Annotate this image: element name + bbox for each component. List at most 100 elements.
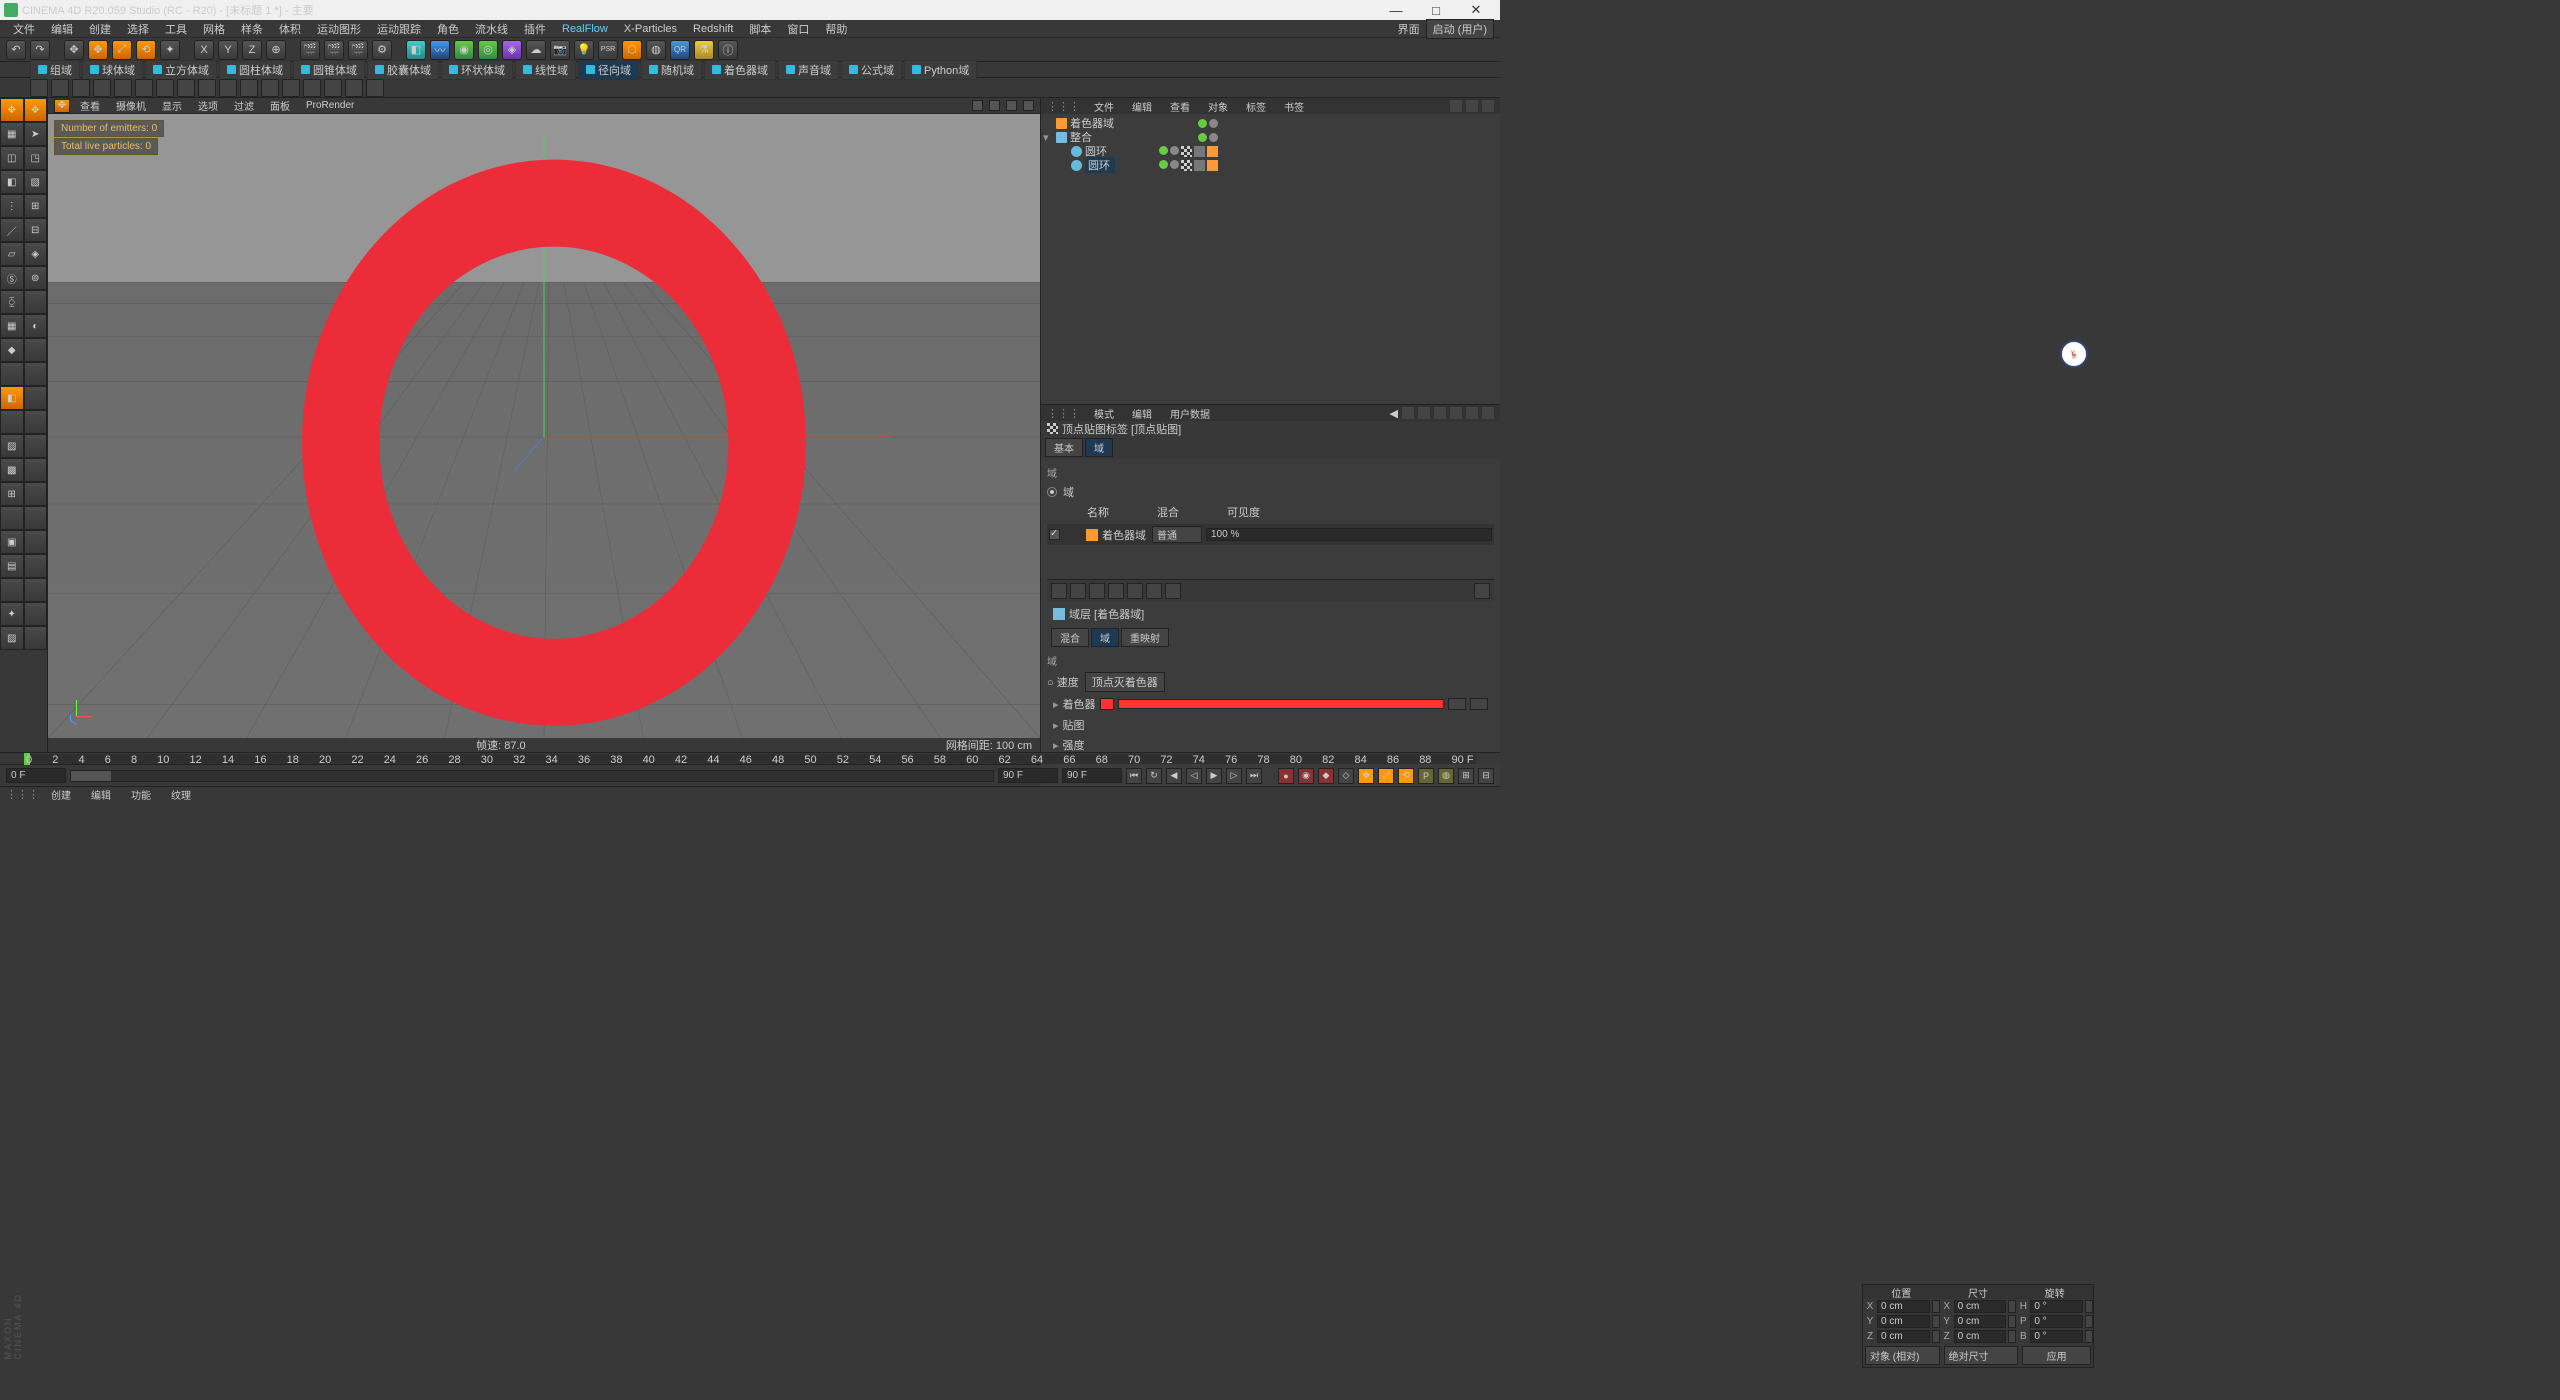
point-mode-icon[interactable]: ⋮ [0, 194, 24, 218]
attr-tab-userdata[interactable]: 用户数据 [1162, 405, 1218, 422]
tb3-7[interactable] [156, 79, 174, 97]
coord-size-dropdown[interactable]: 绝对尺寸 [1944, 1346, 2019, 1365]
obj-tab-view[interactable]: 查看 [1162, 98, 1198, 115]
object-mode-icon[interactable]: ◧ [0, 170, 24, 194]
menu-file[interactable]: 文件 [6, 19, 42, 39]
soft-icon[interactable]: ◐ [24, 314, 48, 338]
fir-1[interactable] [1051, 583, 1067, 599]
keysel-button[interactable]: ◇ [1338, 768, 1354, 784]
misc-icon[interactable]: ◆ [0, 338, 24, 362]
field-sphere[interactable]: 球体域 [82, 60, 143, 80]
key-button[interactable]: ◆ [1318, 768, 1334, 784]
fir-3[interactable] [1089, 583, 1105, 599]
tb3-8[interactable] [177, 79, 195, 97]
tb3-2[interactable] [51, 79, 69, 97]
noise-icon[interactable]: ▨ [0, 434, 24, 458]
minimize-button[interactable]: — [1376, 3, 1416, 18]
attr-i6[interactable] [1482, 407, 1494, 419]
menu-pipeline[interactable]: 流水线 [468, 19, 515, 39]
color-expand-icon[interactable]: ▸ [1053, 698, 1059, 711]
menu-plugins[interactable]: 插件 [517, 19, 553, 39]
vp-menu-panel[interactable]: 面板 [264, 97, 296, 114]
field-cylinder[interactable]: 圆柱体域 [219, 60, 291, 80]
editable-icon[interactable]: ▦ [0, 122, 24, 146]
menu-mesh[interactable]: 网格 [196, 19, 232, 39]
tb3-3[interactable] [72, 79, 90, 97]
render-region-button[interactable]: 🎬 [324, 40, 344, 60]
field-radio[interactable] [1047, 487, 1057, 497]
tb3-5[interactable] [114, 79, 132, 97]
volume-button[interactable]: ◍ [646, 40, 666, 60]
color-menu-button[interactable] [1448, 698, 1466, 710]
param-key-button[interactable]: P [1418, 768, 1434, 784]
layer-tab-blend[interactable]: 混合 [1051, 628, 1089, 647]
psr-button[interactable]: PSR [598, 40, 618, 60]
workplane-icon[interactable]: ◈ [24, 242, 48, 266]
menu-window[interactable]: 窗口 [780, 19, 816, 39]
field-cone[interactable]: 圆锥体域 [293, 60, 365, 80]
blend-mode-dropdown[interactable]: 普通 [1152, 526, 1202, 543]
redo-button[interactable]: ↷ [30, 40, 50, 60]
light-button[interactable]: 💡 [574, 40, 594, 60]
start-frame-field[interactable]: 0 F [6, 768, 66, 783]
render-settings-button[interactable]: ⚙ [372, 40, 392, 60]
fir-7[interactable] [1165, 583, 1181, 599]
coord-system-button[interactable]: ⊕ [266, 40, 286, 60]
tb3-16[interactable] [345, 79, 363, 97]
scale-tool[interactable]: ⤢ [112, 40, 132, 60]
vp-nav3-icon[interactable] [1006, 100, 1017, 111]
axis-y-button[interactable]: Y [218, 40, 238, 60]
prev-frame-button[interactable]: ◀ [1166, 768, 1182, 784]
coord-apply-button[interactable]: 应用 [2022, 1346, 2091, 1365]
tb3-14[interactable] [303, 79, 321, 97]
select-tool[interactable]: ✥ [64, 40, 84, 60]
vp-menu-camera[interactable]: 摄像机 [110, 97, 152, 114]
viewport-3d[interactable]: Number of emitters: 0 Total live particl… [48, 114, 1040, 738]
mat-function[interactable]: 功能 [123, 786, 159, 803]
tb3-4[interactable] [93, 79, 111, 97]
arrow-icon[interactable]: ➤ [24, 122, 48, 146]
pos-key-button[interactable]: ✥ [1358, 768, 1374, 784]
primitive-button[interactable]: ◧ [406, 40, 426, 60]
field-random[interactable]: 随机域 [641, 60, 702, 80]
obj-tab-bookmarks[interactable]: 书签 [1276, 98, 1312, 115]
tb3-6[interactable] [135, 79, 153, 97]
menu-character[interactable]: 角色 [430, 19, 466, 39]
camera-button[interactable]: 📷 [550, 40, 570, 60]
object-tree[interactable]: 着色器域▾整合圆环圆环 [1041, 114, 1500, 404]
maximize-button[interactable]: □ [1416, 3, 1456, 18]
edge-mode-icon[interactable]: ／ [0, 218, 24, 242]
pla-key-button[interactable]: ◍ [1438, 768, 1454, 784]
scale-key-button[interactable]: ⤢ [1378, 768, 1394, 784]
goto-start-button[interactable]: ⏮ [1126, 768, 1142, 784]
layer-tab-field[interactable]: 域 [1091, 628, 1119, 647]
misc-button[interactable]: ⚗ [694, 40, 714, 60]
move-axis-icon[interactable]: ✥ [0, 98, 24, 122]
move-axis2-icon[interactable]: ✥ [24, 98, 48, 122]
field-enable-checkbox[interactable] [1049, 529, 1060, 540]
menu-mograph[interactable]: 运动图形 [310, 19, 368, 39]
mograph-button[interactable]: ⬡ [622, 40, 642, 60]
misc4-icon[interactable]: ▨ [0, 626, 24, 650]
magnet-icon[interactable]: ⧲ [0, 290, 24, 314]
tree-row[interactable]: ▾整合 [1043, 130, 1498, 144]
attr-subtab-basic[interactable]: 基本 [1045, 438, 1083, 457]
attr-i4[interactable] [1450, 407, 1462, 419]
noise2-icon[interactable]: ▩ [0, 458, 24, 482]
vp-nav1-icon[interactable] [972, 100, 983, 111]
render-view-button[interactable]: 🎬 [300, 40, 320, 60]
play-back-button[interactable]: ◁ [1186, 768, 1202, 784]
viewsolo-icon[interactable]: ◧ [0, 386, 24, 410]
tb3-13[interactable] [282, 79, 300, 97]
field-sound[interactable]: 声音域 [778, 60, 839, 80]
goto-end-button[interactable]: ⏭ [1246, 768, 1262, 784]
visibility-field[interactable]: 100 % [1206, 528, 1492, 541]
expand-texture[interactable]: ▸贴图 [1047, 716, 1494, 734]
obj-tab-file[interactable]: 文件 [1086, 98, 1122, 115]
fir-2[interactable] [1070, 583, 1086, 599]
tree-row[interactable]: 圆环 [1043, 144, 1498, 158]
field-python[interactable]: Python域 [904, 60, 977, 80]
mat-edit[interactable]: 编辑 [83, 786, 119, 803]
axis-mode-icon[interactable]: Ⓢ [0, 266, 24, 290]
field-shader[interactable]: 着色器域 [704, 60, 776, 80]
